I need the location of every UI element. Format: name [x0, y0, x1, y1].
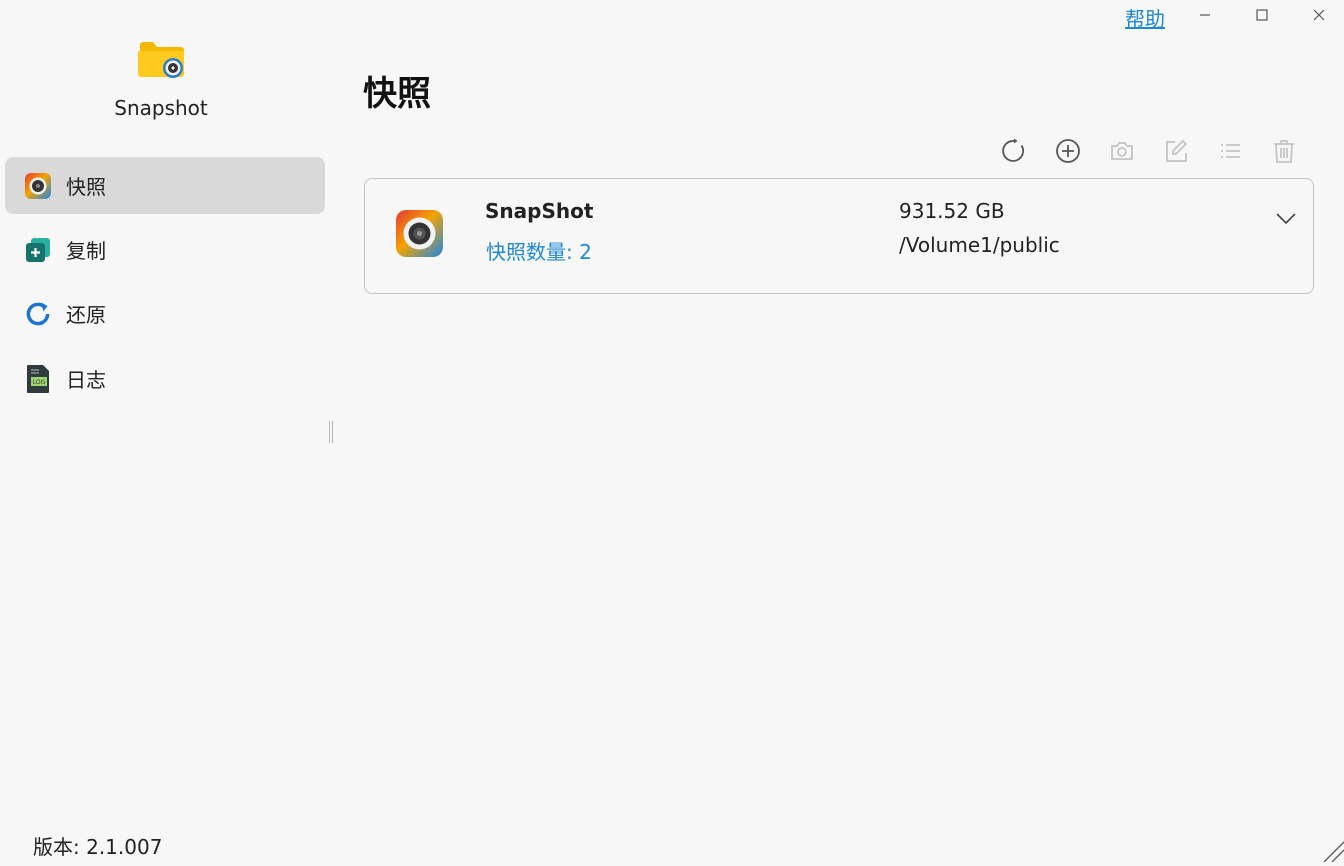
- expand-button[interactable]: [1273, 207, 1299, 231]
- maximize-button[interactable]: [1251, 4, 1273, 26]
- add-icon: [1056, 139, 1080, 163]
- sidebar-item-log[interactable]: LOG 日志: [5, 350, 325, 407]
- copy-icon: [24, 236, 52, 264]
- minimize-icon: [1200, 14, 1210, 16]
- edit-button[interactable]: [1161, 136, 1191, 166]
- camera-icon: [1111, 142, 1133, 160]
- help-link[interactable]: 帮助: [1125, 3, 1165, 32]
- delete-icon: [1274, 140, 1294, 163]
- minimize-button[interactable]: [1194, 4, 1216, 26]
- sidebar-item-restore[interactable]: 还原: [5, 285, 325, 342]
- sidebar-resize-handle[interactable]: [329, 421, 333, 443]
- resize-grip-icon: [1323, 841, 1344, 863]
- refresh-icon: [1002, 138, 1024, 162]
- snapshot-path: /Volume1/public: [899, 233, 1060, 257]
- log-icon: LOG: [24, 364, 52, 393]
- version-label: 版本: 2.1.007: [33, 835, 163, 859]
- add-button[interactable]: [1053, 136, 1083, 166]
- app-name: Snapshot: [114, 96, 208, 120]
- sidebar-item-label: 还原: [66, 303, 106, 327]
- page-title: 快照: [363, 74, 431, 114]
- sidebar-item-label: 复制: [66, 239, 106, 263]
- camera-icon: [24, 172, 52, 200]
- snapshot-count[interactable]: 快照数量: 2: [486, 236, 592, 265]
- sidebar-item-snapshot[interactable]: 快照: [5, 157, 325, 214]
- close-button[interactable]: [1308, 4, 1330, 26]
- snapshot-size: 931.52 GB: [899, 199, 1005, 223]
- sidebar-item-copy[interactable]: 复制: [5, 221, 325, 278]
- snapshot-card[interactable]: SnapShot 快照数量: 2 931.52 GB /Volume1/publ…: [364, 178, 1314, 294]
- window-resize-grip[interactable]: [1322, 840, 1344, 863]
- maximize-icon: [1256, 9, 1268, 21]
- restore-icon: [24, 300, 52, 328]
- close-icon: [1313, 9, 1325, 21]
- snapshot-app-icon: [396, 210, 443, 257]
- list-button[interactable]: [1215, 136, 1245, 166]
- chevron-down-icon: [1276, 213, 1296, 225]
- snapshot-name: SnapShot: [485, 199, 594, 223]
- refresh-button[interactable]: [999, 136, 1029, 166]
- edit-icon: [1166, 139, 1188, 162]
- sidebar-item-label: 快照: [66, 175, 106, 199]
- delete-button[interactable]: [1269, 136, 1299, 166]
- app-logo-icon: [137, 38, 185, 80]
- list-icon: [1221, 144, 1240, 158]
- svg-text:LOG: LOG: [33, 379, 46, 386]
- sidebar-item-label: 日志: [66, 368, 106, 392]
- take-snapshot-button[interactable]: [1107, 136, 1137, 166]
